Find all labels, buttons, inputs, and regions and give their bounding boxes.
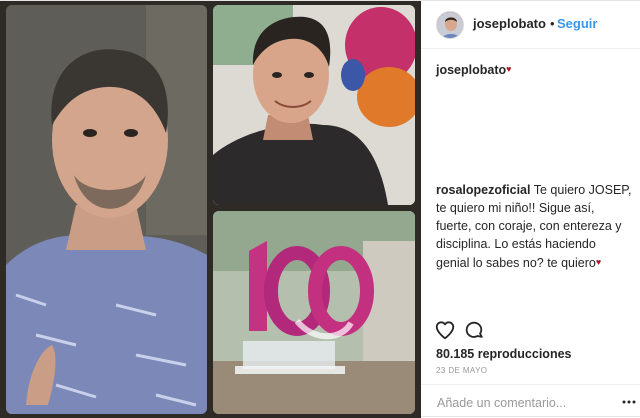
post-sidebar: joseplobato • Seguir joseplobato♥ rosalo… (421, 1, 640, 418)
header-separator: • (550, 16, 555, 31)
trophy-illustration (213, 211, 415, 414)
post-media[interactable] (0, 1, 421, 418)
media-panel-trophy (213, 211, 415, 414)
avatar-image (437, 12, 463, 38)
media-panel-portrait (6, 5, 207, 414)
add-comment-input[interactable] (435, 393, 629, 413)
ellipsis-icon[interactable] (622, 399, 636, 405)
instagram-post: joseplobato • Seguir joseplobato♥ rosalo… (0, 0, 640, 418)
view-count[interactable]: 80.185 reproducciones (436, 347, 571, 361)
heart-emoji-icon: ♥ (595, 257, 602, 267)
media-panel-selfie (213, 5, 415, 205)
heart-emoji-icon: ♥ (506, 64, 512, 74)
header-username[interactable]: joseplobato (473, 16, 546, 31)
caption-username[interactable]: joseplobato (436, 63, 506, 77)
speech-bubble-icon (465, 321, 483, 338)
heart-outline-icon (435, 321, 455, 340)
comment-button[interactable] (463, 319, 487, 343)
caption: joseplobato♥ (436, 63, 512, 77)
post-date[interactable]: 23 DE MAYO (436, 366, 487, 375)
add-comment-bar (421, 384, 640, 418)
selfie-illustration (213, 5, 415, 205)
portrait-illustration (6, 5, 207, 414)
like-button[interactable] (434, 319, 458, 343)
follow-button[interactable]: Seguir (557, 16, 597, 31)
action-bar (421, 319, 640, 349)
post-header: joseplobato • Seguir (421, 1, 640, 49)
comment-username[interactable]: rosalopezoficial (436, 183, 530, 197)
comment-item: rosalopezoficial Te quiero JOSEP, te qui… (436, 181, 632, 272)
user-avatar[interactable] (436, 11, 464, 39)
